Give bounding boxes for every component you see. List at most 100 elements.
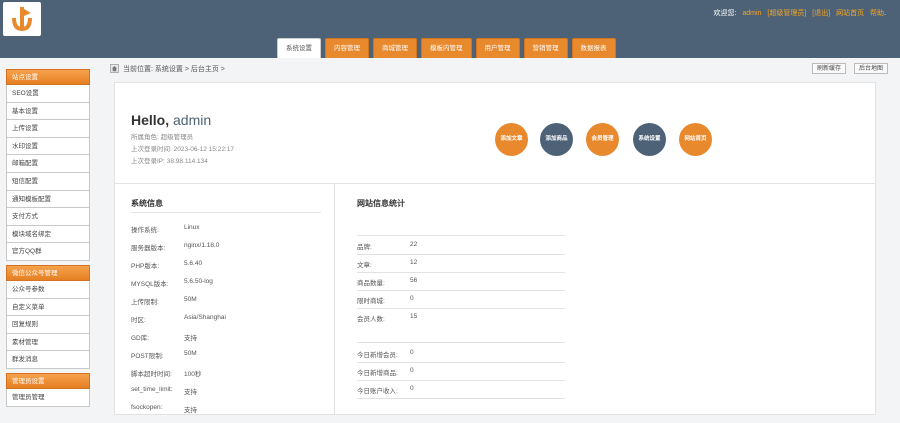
user-role: 所属角色: 超级管理员 — [131, 134, 194, 141]
sidebar-item-wx-broadcast[interactable]: 群发消息 — [6, 351, 90, 369]
sidebar-item-seo[interactable]: SEO设置 — [6, 85, 90, 103]
today-value: 0 — [410, 385, 414, 392]
main-tabs: 系统设置 内容管理 商城管理 模板内管理 用户管理 营销管理 数据报表 — [277, 38, 616, 58]
site-stats-title: 网站信息统计 — [357, 199, 405, 208]
sidebar-item-wx-material[interactable]: 素材管理 — [6, 333, 90, 352]
sysinfo-key: set_time_limit: — [131, 386, 173, 393]
tab-users[interactable]: 用户管理 — [475, 38, 520, 58]
logout-link[interactable]: [退出] — [812, 10, 830, 17]
main-panel: Hello, admin 所属角色: 超级管理员 上次登录时间: 2023-06… — [114, 82, 876, 415]
sysinfo-key: 操作系统: — [131, 227, 159, 234]
sysinfo-value: 支持 — [184, 389, 197, 396]
sidebar-item-upload[interactable]: 上传设置 — [6, 120, 90, 138]
breadcrumb: 当前位置: 系统设置 > 后台主页 > — [123, 66, 225, 73]
add-article-button[interactable]: 添加文章 — [495, 123, 528, 156]
sidebar-item-watermark[interactable]: 水印设置 — [6, 137, 90, 156]
tab-shop[interactable]: 商城管理 — [373, 38, 417, 58]
today-key: 今日新增会员: — [357, 352, 398, 359]
stats-value: 15 — [410, 313, 418, 320]
hello-greeting: Hello, admin — [131, 112, 211, 128]
breadcrumb-bar: 当前位置: 系统设置 > 后台主页 > 刷新缓存 后台地图 — [110, 61, 900, 77]
sidebar-item-qq-group[interactable]: 官方QQ群 — [6, 243, 90, 261]
sidebar-item-wx-reply[interactable]: 回复规则 — [6, 316, 90, 334]
username-link[interactable]: admin — [742, 10, 761, 17]
today-value: 0 — [410, 349, 414, 356]
sysinfo-value: 50M — [184, 296, 197, 303]
stats-row-divider — [357, 254, 565, 255]
sidebar-item-basic[interactable]: 基本设置 — [6, 102, 90, 121]
today-value: 0 — [410, 367, 414, 374]
sysinfo-key: 服务器版本: — [131, 245, 166, 252]
add-product-button[interactable]: 添加商品 — [540, 123, 573, 156]
system-info-title-underline — [131, 212, 321, 213]
stats-key: 品牌: — [357, 244, 372, 251]
header-dot: . — [884, 10, 886, 17]
stats-value: 12 — [410, 259, 418, 266]
site-stats-divider — [357, 235, 565, 236]
member-manage-button[interactable]: 会员管理 — [586, 123, 619, 156]
last-login-time: 上次登录时间: 2023-06-12 15:22:17 — [131, 146, 234, 153]
refresh-cache-button[interactable]: 刷新缓存 — [812, 63, 847, 74]
tab-content[interactable]: 内容管理 — [325, 38, 369, 58]
sysinfo-key: MYSQL版本: — [131, 281, 169, 288]
sysinfo-value: Asia/Shanghai — [184, 314, 226, 321]
user-info: 欢迎您: admin [超级管理员] [退出] 网站首页 帮助. — [713, 8, 886, 18]
sidebar-group-wechat[interactable]: 微信公众号管理 — [6, 264, 90, 281]
stats-key: 商品数量: — [357, 280, 385, 287]
today-row-divider — [357, 398, 565, 399]
hello-username: admin — [173, 112, 212, 128]
stats-value: 0 — [410, 295, 414, 302]
today-key: 今日新增商品: — [357, 370, 398, 377]
stats-value: 22 — [410, 241, 418, 248]
sidebar-item-notify-template[interactable]: 通知模板配置 — [6, 190, 90, 209]
admin-map-button[interactable]: 后台地图 — [854, 63, 889, 74]
sidebar-item-wx-menu[interactable]: 自定义菜单 — [6, 298, 90, 317]
tab-system-settings[interactable]: 系统设置 — [277, 38, 321, 58]
home-icon — [110, 64, 119, 73]
column-divider — [334, 183, 335, 415]
today-row-divider — [357, 362, 565, 363]
stats-section-divider — [357, 342, 565, 343]
sidebar-item-sms[interactable]: 短信配置 — [6, 172, 90, 191]
tab-marketing[interactable]: 营销管理 — [523, 38, 568, 58]
sysinfo-value: 50M — [184, 350, 197, 357]
logo[interactable] — [3, 2, 41, 36]
sysinfo-key: PHP版本: — [131, 263, 160, 270]
site-home-link[interactable]: 网站首页 — [836, 10, 864, 17]
stats-key: 限时商城: — [357, 298, 385, 305]
sidebar-item-wx-params[interactable]: 公众号参数 — [6, 280, 90, 299]
sidebar-item-email[interactable]: 邮箱配置 — [6, 155, 90, 173]
role-link[interactable]: [超级管理员] — [767, 10, 806, 17]
site-home-button[interactable]: 网站首页 — [679, 123, 712, 156]
stats-key: 文章: — [357, 262, 372, 269]
sidebar-item-domain-bind[interactable]: 模块域名绑定 — [6, 225, 90, 244]
sysinfo-value: 支持 — [184, 407, 197, 414]
tab-template[interactable]: 模板内管理 — [421, 38, 472, 58]
sidebar: 站点设置 SEO设置 基本设置 上传设置 水印设置 邮箱配置 短信配置 通知模板… — [6, 66, 90, 407]
sysinfo-value: Linux — [184, 224, 200, 231]
stats-row-divider — [357, 290, 565, 291]
sysinfo-key: fsockopen: — [131, 404, 163, 411]
last-login-ip: 上次登录IP: 38.98.114.134 — [131, 158, 208, 165]
sysinfo-key: 脚本超时时间: — [131, 371, 172, 378]
top-header: 欢迎您: admin [超级管理员] [退出] 网站首页 帮助. 系统设置 内容… — [0, 0, 900, 58]
sysinfo-key: POST限制: — [131, 353, 164, 360]
sysinfo-key: 上传限制: — [131, 299, 159, 306]
system-settings-button[interactable]: 系统设置 — [633, 123, 666, 156]
sidebar-item-payment[interactable]: 支付方式 — [6, 208, 90, 226]
tab-reports[interactable]: 数据报表 — [571, 38, 616, 58]
sysinfo-key: 时区: — [131, 317, 146, 324]
hello-text: Hello, — [131, 112, 170, 128]
sysinfo-value: 5.6.50-log — [184, 278, 213, 285]
stats-key: 会员人数: — [357, 316, 385, 323]
sysinfo-key: GD库: — [131, 335, 150, 342]
help-link[interactable]: 帮助 — [870, 10, 884, 17]
today-key: 今日账户收入: — [357, 388, 398, 395]
sidebar-group-site[interactable]: 站点设置 — [6, 69, 90, 85]
stats-row-divider — [357, 308, 565, 309]
section-divider — [115, 183, 875, 184]
today-row-divider — [357, 380, 565, 381]
sidebar-group-admin[interactable]: 管理员设置 — [6, 372, 90, 389]
sidebar-item-admin-manage[interactable]: 管理员管理 — [6, 388, 90, 407]
logo-icon — [12, 7, 32, 31]
